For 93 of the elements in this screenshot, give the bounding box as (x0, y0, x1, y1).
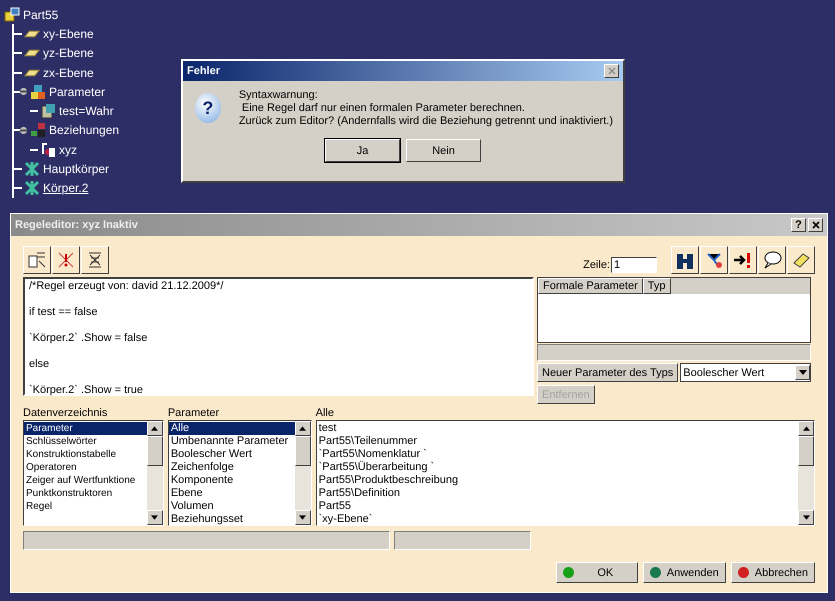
parameters-icon (30, 84, 46, 100)
tree-item[interactable]: Beziehungen (48, 123, 120, 138)
list-item[interactable]: Beziehungsset (168, 513, 295, 525)
document-list-icon (27, 250, 47, 270)
toolbar-button[interactable] (52, 246, 80, 274)
list-item[interactable]: test (316, 422, 798, 435)
list-item[interactable]: Operatoren (24, 461, 147, 474)
toolbar-button[interactable] (729, 246, 757, 274)
message-text: Zurück zum Editor? (Andernfalls wird die Beziehung getrennt und inaktiviert.) (238, 115, 613, 128)
tree-item[interactable]: zx-Ebene (42, 66, 95, 80)
list-item[interactable]: Part55\Teilenummer (316, 435, 798, 448)
list-item[interactable]: Part55\Definition (316, 487, 798, 500)
list-item[interactable]: Boolescher Wert (168, 448, 295, 461)
toolbar-button[interactable] (787, 246, 815, 274)
relations-icon (30, 122, 46, 138)
type-dropdown[interactable]: Boolescher Wert (680, 363, 811, 382)
scroll-down-icon (802, 515, 810, 520)
scrollbar[interactable] (798, 421, 814, 525)
code-editor[interactable]: /*Regel erzeugt von: david 21.12.2009*/ if test == false `Körper.2` .Show = false else `Körper.2` .Show = true (23, 277, 534, 396)
toolbar-button[interactable] (758, 246, 786, 274)
list-item[interactable]: Parameter (24, 422, 147, 435)
body-icon (24, 180, 40, 196)
scrollbar[interactable] (146, 421, 163, 525)
dialog-button[interactable]: Nein (406, 139, 481, 162)
collapse-icon[interactable] (19, 126, 28, 135)
close-icon (812, 221, 820, 229)
arrow-exclamation-icon (733, 250, 753, 270)
plane-icon (24, 49, 40, 58)
toolbar-button[interactable] (671, 246, 699, 274)
part-icon (4, 6, 20, 23)
list-item[interactable]: Umbenannte Parameter (168, 435, 295, 448)
list-item[interactable]: Komponente (168, 474, 295, 487)
scroll-down-icon (151, 515, 158, 520)
plane-icon (24, 30, 40, 38)
tree-item[interactable]: yz-Ebene (42, 46, 95, 60)
message-text: Eine Regel darf nur einen formalen Parameter berechnen. (240, 102, 526, 115)
window-title: Regeleditor: xyz Inaktiv (15, 219, 139, 231)
close-icon (608, 67, 616, 75)
parameter-icon (40, 103, 56, 120)
list-item[interactable]: Punktkonstruktoren (24, 487, 147, 500)
list-item[interactable]: Part55\Produktbeschreibung (316, 474, 798, 487)
scroll-down-icon (299, 515, 306, 520)
plane-icon (24, 68, 40, 77)
list-label: Parameter (168, 407, 220, 420)
scroll-up-icon (802, 426, 810, 431)
tree-item[interactable]: Körper.2 (42, 181, 90, 196)
collapse-icon[interactable] (19, 87, 28, 96)
scrollbar[interactable] (294, 421, 311, 525)
toolbar-button[interactable] (81, 246, 109, 274)
toolbar-button[interactable] (700, 246, 728, 274)
scroll-up-icon (151, 426, 158, 431)
list-item[interactable]: Schlüsselwörter (24, 435, 147, 448)
dialog-title: Fehler (187, 65, 220, 77)
list-item[interactable]: `Part55\Nomenklatur ` (316, 448, 798, 461)
list-item[interactable]: Volumen (168, 500, 295, 513)
tree-item[interactable]: xy-Ebene (42, 26, 95, 41)
tree-item[interactable]: test=Wahr (58, 104, 115, 118)
list-item[interactable]: Ebene (168, 487, 295, 500)
rule-icon (40, 142, 56, 158)
help-button[interactable]: ? (791, 218, 806, 232)
speech-bubble-icon (762, 250, 782, 270)
column-header[interactable]: Formale Parameter (538, 278, 643, 294)
tree-item[interactable]: xyz (58, 142, 78, 157)
list-label: Alle (316, 407, 335, 420)
close-button[interactable] (604, 64, 619, 78)
crossed-exclamation-icon (56, 250, 76, 270)
list-item[interactable]: Regel (24, 500, 147, 513)
list-item[interactable]: Part55 (316, 500, 798, 513)
dialog-button[interactable]: Abbrechen (730, 562, 815, 583)
message-text: Syntaxwarnung: (238, 89, 319, 102)
list-item[interactable]: `xy-Ebene` (316, 513, 798, 525)
column-header[interactable]: Typ (642, 278, 670, 294)
list-item[interactable]: Konstruktionstabelle (24, 448, 147, 461)
dialog-button[interactable]: Anwenden (642, 562, 726, 583)
dialog-button[interactable]: OK (556, 562, 638, 583)
list-item[interactable]: Zeichenfolge (168, 461, 295, 474)
list-item[interactable]: Zeiger auf Wertfunktione (24, 474, 147, 487)
list-item[interactable]: `Part55\Überarbeitung ` (316, 461, 798, 474)
dialog-button[interactable]: Ja (325, 139, 400, 162)
tree-item[interactable]: Hauptkörper (42, 162, 110, 176)
scroll-up-icon (299, 426, 306, 431)
line-field[interactable]: 1 (611, 257, 657, 273)
close-button[interactable] (808, 218, 823, 232)
tree-item[interactable]: Part55 (22, 8, 60, 22)
list-label: Datenverzeichnis (23, 407, 108, 420)
list-item[interactable]: Alle (168, 422, 295, 435)
question-icon: ? (195, 93, 221, 123)
toolbar-button[interactable] (23, 246, 51, 274)
dropdown-arrow-icon (798, 370, 806, 375)
tree-item[interactable]: Parameter (48, 84, 106, 99)
line-label: Zeile: (583, 259, 610, 271)
body-icon (24, 161, 40, 178)
new-parameter-button[interactable]: Neuer Parameter des Typs (537, 363, 678, 382)
